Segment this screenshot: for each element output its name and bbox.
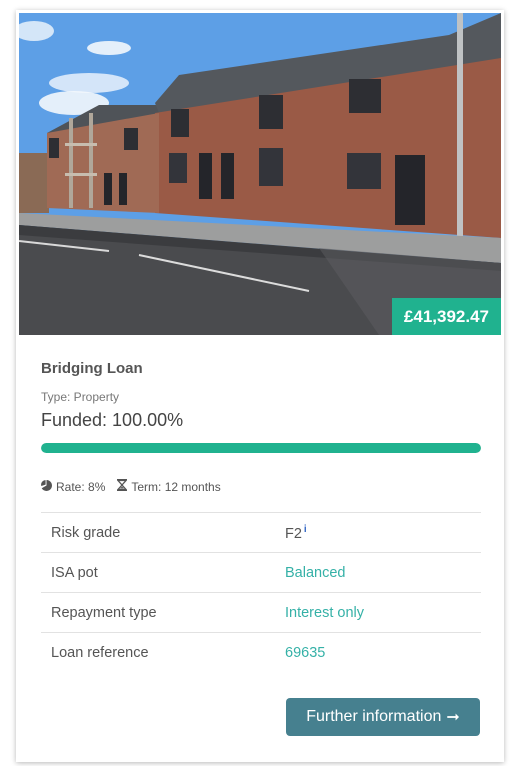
details-label: Loan reference — [41, 632, 285, 672]
details-value: 69635 — [285, 644, 326, 661]
loan-type: Type: Property — [41, 390, 120, 404]
rate-info: Rate: 8% — [41, 479, 106, 494]
details-value: Interest only — [285, 604, 364, 621]
risk-grade-text: F2 — [285, 525, 302, 542]
loan-card: £41,392.47 Bridging Loan Type: Property … — [16, 10, 504, 762]
details-value-link[interactable]: Balanced — [285, 552, 481, 593]
details-label: Risk grade — [41, 512, 285, 553]
further-information-button[interactable]: Further information ➞ — [286, 698, 480, 736]
funding-progress-fill — [41, 443, 481, 453]
details-label: Repayment type — [41, 592, 285, 633]
loan-summary: Bridging Loan Type: Property Funded: 100… — [41, 360, 481, 672]
details-row: Loan reference 69635 — [41, 632, 481, 672]
term-info: Term: 12 months — [116, 479, 221, 494]
property-photo: £41,392.47 — [19, 13, 501, 335]
loan-meta: Rate: 8% Term: 12 months — [41, 479, 481, 494]
details-row: Risk grade F2 i — [41, 512, 481, 553]
hourglass-icon — [116, 479, 128, 494]
details-value-link[interactable]: 69635 — [285, 632, 481, 672]
loan-details-table: Risk grade F2 i ISA pot Balanced Repayment ty… — [41, 512, 481, 672]
details-row: Repayment type Interest only — [41, 592, 481, 633]
risk-grade-value: F2 i — [285, 512, 481, 553]
further-information-label: Further information — [306, 708, 442, 725]
pie-chart-icon — [41, 479, 52, 494]
details-value-link[interactable]: Interest only — [285, 592, 481, 633]
arrow-right-icon: ➞ — [446, 709, 460, 726]
loan-amount-badge: £41,392.47 — [391, 298, 501, 335]
funding-progress-bar — [41, 443, 481, 453]
details-row: ISA pot Balanced — [41, 552, 481, 593]
details-value: Balanced — [285, 564, 346, 581]
loan-title: Bridging Loan — [41, 360, 143, 377]
info-icon[interactable]: i — [304, 524, 307, 535]
funded-percentage: Funded: 100.00% — [41, 410, 184, 430]
term-text: Term: 12 months — [131, 479, 221, 494]
details-label: ISA pot — [41, 552, 285, 593]
rate-text: Rate: 8% — [56, 479, 106, 494]
